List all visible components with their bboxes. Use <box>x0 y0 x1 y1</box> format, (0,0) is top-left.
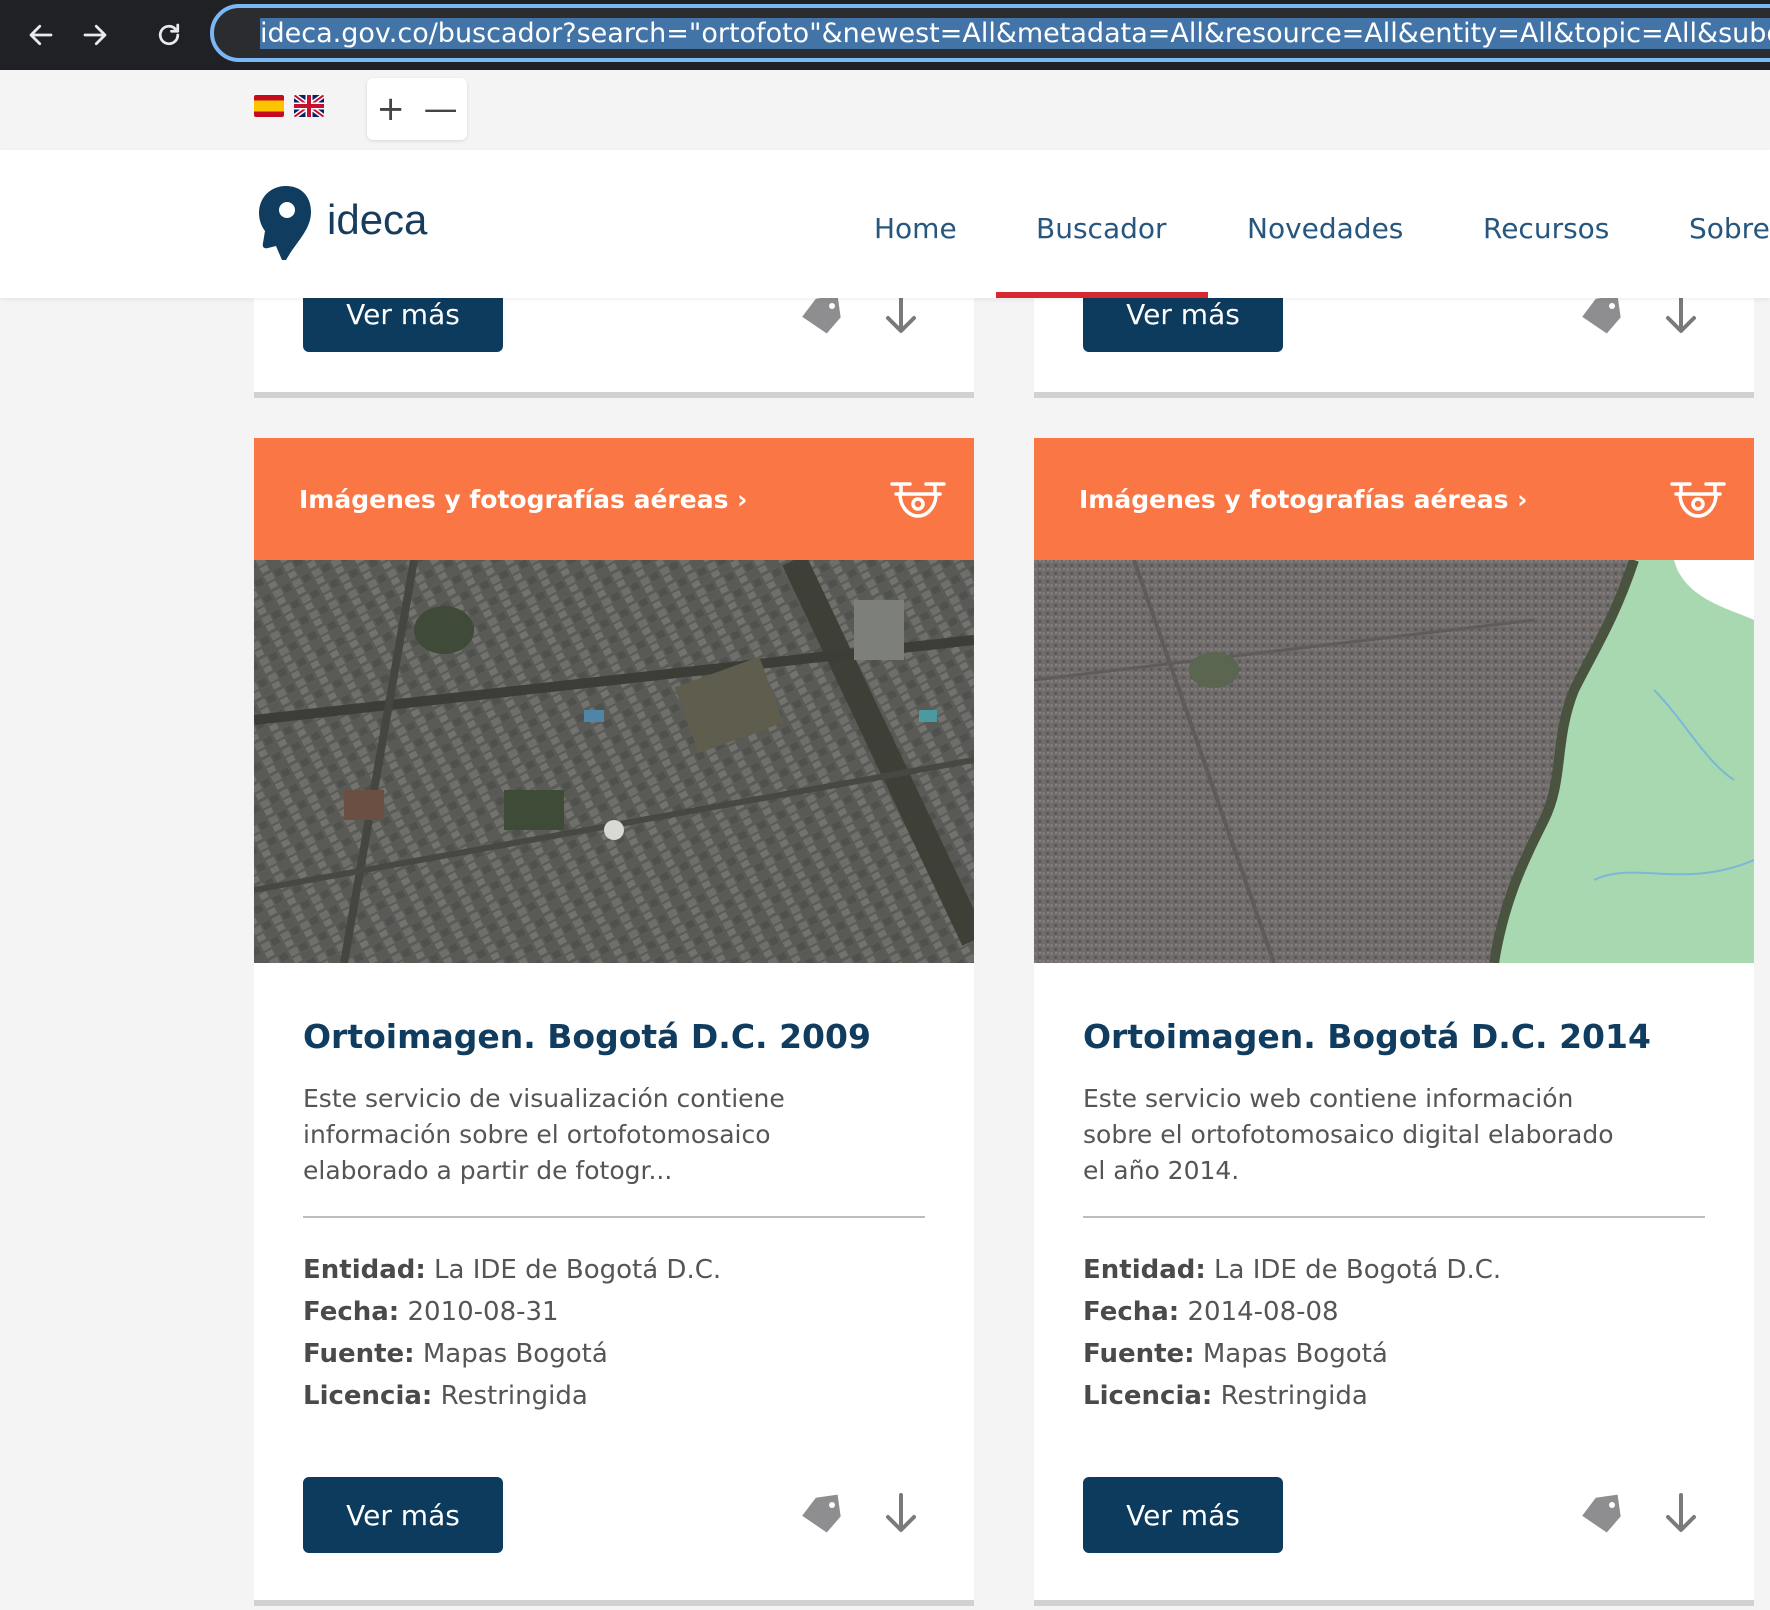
forward-button[interactable] <box>72 12 118 58</box>
result-card: Imágenes y fotografías aéreas › Ortoimag… <box>1034 438 1754 1606</box>
category-link[interactable]: Imágenes y fotografías aéreas › <box>299 485 747 514</box>
increase-font-button[interactable]: + <box>376 92 405 126</box>
browser-toolbar: ideca.gov.co/buscador?search="ortofoto"&… <box>0 0 1770 70</box>
card-actions <box>1580 1493 1698 1533</box>
licencia-label: Licencia: <box>1083 1381 1213 1411</box>
divider <box>303 1216 925 1218</box>
category-band: Imágenes y fotografías aéreas › <box>1034 438 1754 560</box>
licencia-value: Restringida <box>1220 1381 1368 1411</box>
nav-buscador[interactable]: Buscador <box>1036 212 1167 245</box>
head-pin-logo-icon <box>259 186 311 260</box>
result-card-partial-left: Ver más <box>254 276 974 398</box>
ver-mas-button[interactable]: Ver más <box>303 1477 503 1553</box>
card-actions <box>800 1493 918 1533</box>
entidad-value: La IDE de Bogotá D.C. <box>434 1255 722 1285</box>
fuente-label: Fuente: <box>1083 1339 1195 1369</box>
download-arrow-icon[interactable] <box>1664 294 1698 334</box>
fuente-value: Mapas Bogotá <box>422 1339 608 1369</box>
reload-icon <box>158 23 180 46</box>
nav-novedades[interactable]: Novedades <box>1247 212 1403 245</box>
site-header: ideca Home Buscador Novedades Recursos S… <box>0 150 1770 298</box>
tag-icon[interactable] <box>1580 294 1624 334</box>
fecha-label: Fecha: <box>1083 1297 1180 1327</box>
category-link[interactable]: Imágenes y fotografías aéreas › <box>1079 485 1527 514</box>
tag-icon[interactable] <box>800 294 844 334</box>
download-arrow-icon[interactable] <box>884 1493 918 1533</box>
card-description: Este servicio de visualización contiene … <box>303 1084 785 1185</box>
arrow-left-icon <box>29 24 53 46</box>
fecha-label: Fecha: <box>303 1297 400 1327</box>
entidad-label: Entidad: <box>1083 1255 1206 1285</box>
result-card: Imágenes y fotografías aéreas › Ortoimag… <box>254 438 974 1606</box>
download-arrow-icon[interactable] <box>1664 1493 1698 1533</box>
card-title[interactable]: Ortoimagen. Bogotá D.C. 2014 <box>1083 1017 1651 1056</box>
drone-icon <box>1668 476 1728 526</box>
active-nav-indicator <box>996 292 1208 298</box>
tag-icon[interactable] <box>800 1493 844 1533</box>
licencia-label: Licencia: <box>303 1381 433 1411</box>
licencia-value: Restringida <box>440 1381 588 1411</box>
result-card-partial-right: Ver más <box>1034 276 1754 398</box>
tag-icon[interactable] <box>1580 1493 1624 1533</box>
ortophoto-thumbnail-2009[interactable] <box>254 560 974 963</box>
fuente-value: Mapas Bogotá <box>1202 1339 1388 1369</box>
drone-icon <box>888 476 948 526</box>
logo-text: ideca <box>327 196 428 243</box>
fecha-value: 2010-08-31 <box>407 1297 559 1327</box>
ver-mas-button[interactable]: Ver más <box>1083 1477 1283 1553</box>
download-arrow-icon[interactable] <box>884 294 918 334</box>
ortophoto-thumbnail-2014[interactable] <box>1034 560 1754 963</box>
card-description: Este servicio web contiene información s… <box>1083 1084 1614 1185</box>
divider <box>1083 1216 1705 1218</box>
spanish-flag-icon[interactable] <box>254 95 284 117</box>
arrow-right-icon <box>83 24 107 46</box>
nav-home[interactable]: Home <box>874 212 957 245</box>
font-size-controls: + — <box>367 78 467 140</box>
card-actions <box>1580 294 1698 334</box>
fecha-value: 2014-08-08 <box>1187 1297 1339 1327</box>
nav-sobre[interactable]: Sobre <box>1689 212 1770 245</box>
card-title[interactable]: Ortoimagen. Bogotá D.C. 2009 <box>303 1017 871 1056</box>
card-metadata: Entidad: La IDE de Bogotá D.C. Fecha: 20… <box>1083 1249 1501 1417</box>
address-bar[interactable]: ideca.gov.co/buscador?search="ortofoto"&… <box>210 4 1770 62</box>
ideca-logo[interactable]: ideca <box>255 184 427 262</box>
reload-button[interactable] <box>146 12 192 58</box>
utility-bar: + — <box>0 70 1770 150</box>
fuente-label: Fuente: <box>303 1339 415 1369</box>
decrease-font-button[interactable]: — <box>424 92 458 126</box>
entidad-label: Entidad: <box>303 1255 426 1285</box>
card-actions <box>800 294 918 334</box>
entidad-value: La IDE de Bogotá D.C. <box>1214 1255 1502 1285</box>
english-flag-icon[interactable] <box>294 95 324 117</box>
url-text[interactable]: ideca.gov.co/buscador?search="ortofoto"&… <box>260 17 1770 49</box>
category-band: Imágenes y fotografías aéreas › <box>254 438 974 560</box>
card-metadata: Entidad: La IDE de Bogotá D.C. Fecha: 20… <box>303 1249 721 1417</box>
nav-recursos[interactable]: Recursos <box>1483 212 1609 245</box>
back-button[interactable] <box>18 12 64 58</box>
